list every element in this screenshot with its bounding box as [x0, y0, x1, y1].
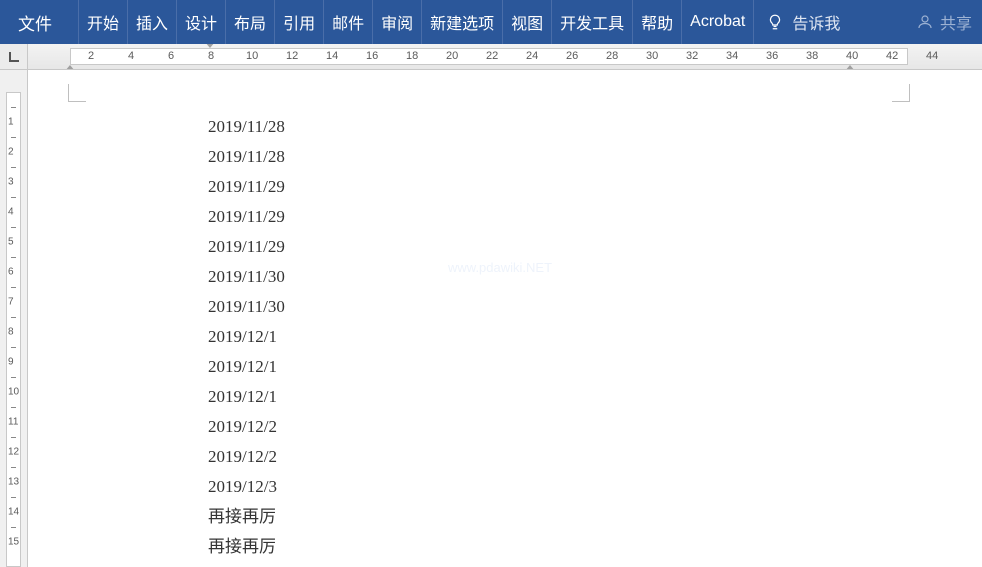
- hruler-tick-26: 26: [566, 50, 578, 62]
- vruler-tick-2: 2: [8, 147, 14, 158]
- hruler-tick-14: 14: [326, 50, 338, 62]
- hruler-tick-30: 30: [646, 50, 658, 62]
- vruler-tick-3: 3: [8, 177, 14, 188]
- hruler-tick-8: 8: [208, 50, 214, 62]
- ribbon-bar: 文件 开始插入设计布局引用邮件审阅新建选项视图开发工具帮助Acrobat 告诉我…: [0, 0, 982, 44]
- vruler-tick-4: 4: [8, 207, 14, 218]
- horizontal-ruler[interactable]: 2468101214161820222426283032343638404244: [0, 44, 982, 70]
- share-label: 共享: [940, 10, 972, 34]
- hruler-tick-20: 20: [446, 50, 458, 62]
- hruler-tick-2: 2: [88, 50, 94, 62]
- text-line[interactable]: 2019/11/29: [208, 232, 285, 262]
- tab-设计[interactable]: 设计: [177, 0, 226, 44]
- text-line[interactable]: 再接再厉: [208, 502, 285, 532]
- text-line[interactable]: 2019/11/28: [208, 112, 285, 142]
- hruler-tick-6: 6: [168, 50, 174, 62]
- tab-审阅[interactable]: 审阅: [373, 0, 422, 44]
- margin-corner-tr: [886, 78, 910, 102]
- vruler-tick-15: 15: [8, 537, 19, 548]
- hruler-tick-18: 18: [406, 50, 418, 62]
- document-page[interactable]: www.pdawiki.NET 2019/11/282019/11/282019…: [28, 70, 982, 567]
- text-line[interactable]: 2019/11/30: [208, 262, 285, 292]
- text-line[interactable]: 2019/12/2: [208, 412, 285, 442]
- text-line[interactable]: 2019/12/1: [208, 322, 285, 352]
- text-line[interactable]: 2019/11/30: [208, 292, 285, 322]
- text-line[interactable]: 2019/11/29: [208, 172, 285, 202]
- tab-引用[interactable]: 引用: [275, 0, 324, 44]
- hruler-tick-28: 28: [606, 50, 618, 62]
- tab-selector[interactable]: [0, 44, 28, 69]
- document-body[interactable]: 2019/11/282019/11/282019/11/292019/11/29…: [208, 112, 285, 562]
- hruler-tick-24: 24: [526, 50, 538, 62]
- vruler-tick-7: 7: [8, 297, 14, 308]
- tab-开发工具[interactable]: 开发工具: [552, 0, 633, 44]
- vruler-tick-5: 5: [8, 237, 14, 248]
- hruler-tick-32: 32: [686, 50, 698, 62]
- vruler-tick-13: 13: [8, 477, 19, 488]
- text-line[interactable]: 2019/11/28: [208, 142, 285, 172]
- tab-插入[interactable]: 插入: [128, 0, 177, 44]
- tab-Acrobat[interactable]: Acrobat: [682, 0, 754, 44]
- vruler-tick-9: 9: [8, 357, 14, 368]
- hruler-tick-34: 34: [726, 50, 738, 62]
- vertical-ruler[interactable]: 123456789101112131415: [0, 70, 28, 567]
- tab-帮助[interactable]: 帮助: [633, 0, 682, 44]
- share-button[interactable]: 共享: [916, 0, 972, 44]
- vruler-tick-12: 12: [8, 447, 19, 458]
- tab-新建选项[interactable]: 新建选项: [422, 0, 503, 44]
- lightbulb-icon: [766, 13, 784, 31]
- hruler-tick-4: 4: [128, 50, 134, 62]
- text-line[interactable]: 2019/12/1: [208, 382, 285, 412]
- tab-布局[interactable]: 布局: [226, 0, 275, 44]
- tell-me[interactable]: 告诉我: [766, 10, 840, 34]
- hruler-tick-40: 40: [846, 50, 858, 62]
- text-line[interactable]: 2019/12/1: [208, 352, 285, 382]
- first-line-indent-marker[interactable]: [205, 44, 215, 48]
- vruler-tick-11: 11: [8, 417, 18, 428]
- tab-邮件[interactable]: 邮件: [324, 0, 373, 44]
- hruler-tick-44: 44: [926, 50, 938, 62]
- text-line[interactable]: 2019/12/3: [208, 472, 285, 502]
- tab-开始[interactable]: 开始: [78, 0, 128, 44]
- hruler-tick-42: 42: [886, 50, 898, 62]
- margin-corner-tl: [68, 78, 92, 102]
- vruler-tick-14: 14: [8, 507, 19, 518]
- hruler-tick-36: 36: [766, 50, 778, 62]
- person-icon: [916, 13, 934, 31]
- text-line[interactable]: 再接再厉: [208, 532, 285, 562]
- vruler-tick-10: 10: [8, 387, 19, 398]
- text-line[interactable]: 2019/12/2: [208, 442, 285, 472]
- tell-me-group: 告诉我: [766, 0, 840, 44]
- text-line[interactable]: 2019/11/29: [208, 202, 285, 232]
- hruler-tick-10: 10: [246, 50, 258, 62]
- vruler-tick-1: 1: [8, 117, 14, 128]
- hruler-tick-22: 22: [486, 50, 498, 62]
- tell-me-label: 告诉我: [792, 10, 840, 34]
- vruler-tick-6: 6: [8, 267, 14, 278]
- vruler-tick-8: 8: [8, 327, 14, 338]
- tab-视图[interactable]: 视图: [503, 0, 552, 44]
- hruler-tick-12: 12: [286, 50, 298, 62]
- tab-file[interactable]: 文件: [0, 0, 70, 44]
- hruler-tick-38: 38: [806, 50, 818, 62]
- hruler-tick-16: 16: [366, 50, 378, 62]
- tab-stop-icon: [9, 52, 19, 62]
